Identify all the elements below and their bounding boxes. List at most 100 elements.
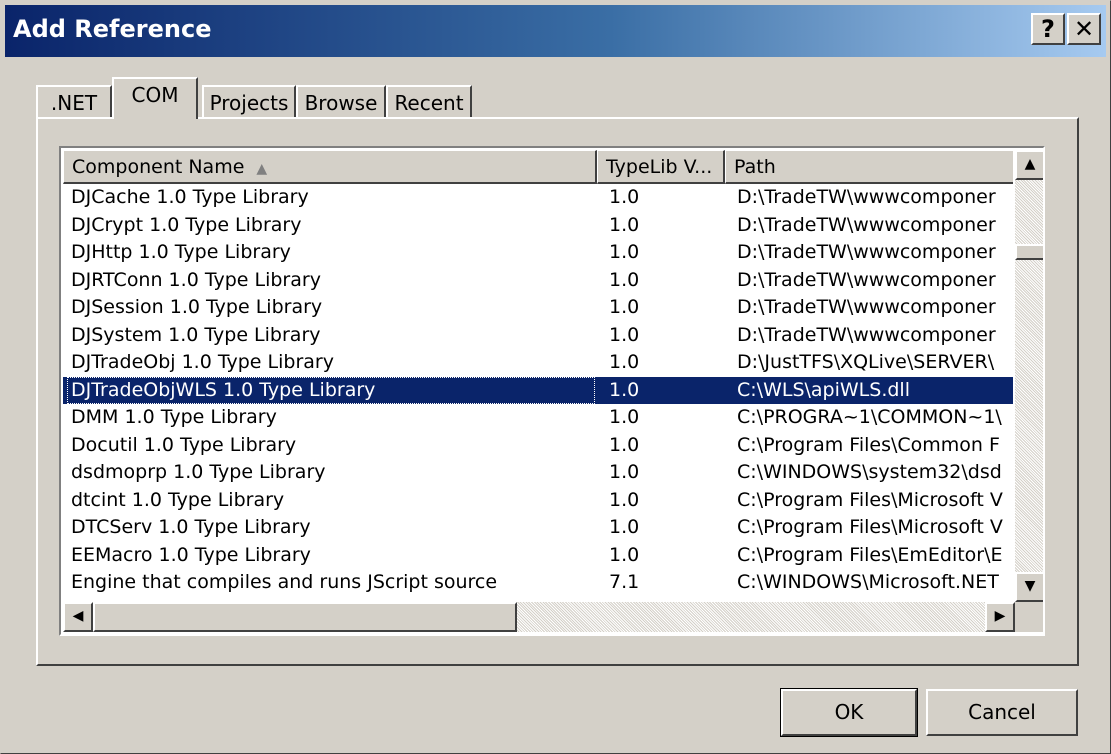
- path-cell: C:\PROGRA~1\COMMON~1\: [737, 406, 1002, 428]
- column-header-component-name[interactable]: Component Name ▲: [63, 150, 597, 184]
- path-cell: D:\TradeTW\wwwcomponer: [737, 213, 996, 236]
- horizontal-scrollbar[interactable]: ◀ ▶: [63, 602, 1015, 632]
- table-row[interactable]: DJRTConn 1.0 Type Library 1.0 D:\TradeTW…: [63, 267, 1013, 295]
- path-cell: C:\WINDOWS\system32\dsd: [737, 461, 1002, 483]
- ok-button[interactable]: OK: [780, 688, 918, 737]
- tab-projects[interactable]: Projects: [202, 85, 296, 119]
- arrow-up-icon: ▲: [1024, 156, 1036, 172]
- tab-recent[interactable]: Recent: [386, 85, 472, 119]
- component-name-cell: DJSystem 1.0 Type Library: [71, 323, 321, 346]
- arrow-right-icon: ▶: [994, 608, 1006, 624]
- column-header-label: Path: [734, 156, 776, 178]
- path-cell: C:\WINDOWS\Microsoft.NET: [737, 571, 999, 593]
- component-name-cell: DTCServ 1.0 Type Library: [71, 516, 311, 538]
- version-cell: 1.0: [609, 268, 640, 291]
- table-row[interactable]: DJHttp 1.0 Type Library 1.0 D:\TradeTW\w…: [63, 239, 1013, 267]
- version-cell: 1.0: [609, 516, 640, 538]
- table-row[interactable]: DMM 1.0 Type Library 1.0 C:\PROGRA~1\COM…: [63, 404, 1013, 432]
- vertical-scroll-thumb[interactable]: [1015, 244, 1043, 260]
- version-cell: 1.0: [609, 406, 640, 428]
- arrow-left-icon: ◀: [72, 608, 84, 624]
- table-row[interactable]: EEMacro 1.0 Type Library 1.0 C:\Program …: [63, 542, 1013, 570]
- version-cell: 1.0: [609, 488, 640, 511]
- help-button[interactable]: ?: [1031, 13, 1065, 45]
- tab-com[interactable]: COM: [112, 77, 198, 119]
- component-name-cell: DMM 1.0 Type Library: [71, 406, 277, 428]
- help-icon: ?: [1041, 15, 1055, 43]
- list-content: Component Name ▲ TypeLib V... Path DJCach…: [63, 150, 1013, 602]
- version-cell: 1.0: [609, 213, 640, 236]
- path-cell: C:\Program Files\Microsoft V: [737, 488, 1003, 511]
- version-cell: 1.0: [609, 296, 640, 318]
- version-cell: 7.1: [609, 571, 640, 593]
- add-reference-dialog: Add Reference ? ✕ .NET COM Projects Brow…: [0, 0, 1111, 754]
- component-name-cell: DJCache 1.0 Type Library: [71, 186, 309, 208]
- component-name-cell: DJHttp 1.0 Type Library: [71, 241, 291, 263]
- component-name-cell: DJRTConn 1.0 Type Library: [71, 268, 321, 291]
- path-cell: D:\TradeTW\wwwcomponer: [737, 268, 996, 291]
- table-row-selected[interactable]: DJTradeObjWLS 1.0 Type Library 1.0 C:\WL…: [63, 376, 1013, 404]
- path-cell: D:\TradeTW\wwwcomponer: [737, 241, 996, 263]
- scroll-right-button[interactable]: ▶: [985, 602, 1015, 632]
- path-cell: C:\Program Files\Common F: [737, 433, 1000, 456]
- table-row[interactable]: DJTradeObj 1.0 Type Library 1.0 D:\JustT…: [63, 349, 1013, 377]
- component-list[interactable]: Component Name ▲ TypeLib V... Path DJCach…: [59, 146, 1045, 636]
- scroll-up-button[interactable]: ▲: [1015, 150, 1043, 180]
- tab-label: Projects: [209, 91, 289, 115]
- component-name-cell: Docutil 1.0 Type Library: [71, 433, 297, 456]
- table-row[interactable]: dsdmoprp 1.0 Type Library 1.0 C:\WINDOWS…: [63, 459, 1013, 487]
- sort-ascending-icon: ▲: [256, 161, 268, 177]
- version-cell: 1.0: [609, 378, 640, 401]
- component-name-cell: DJCrypt 1.0 Type Library: [71, 213, 302, 236]
- tab-net[interactable]: .NET: [36, 85, 112, 119]
- table-row[interactable]: dtcint 1.0 Type Library 1.0 C:\Program F…: [63, 487, 1013, 515]
- column-header-label: TypeLib V...: [606, 156, 713, 178]
- title-bar[interactable]: Add Reference ? ✕: [5, 5, 1106, 57]
- version-cell: 1.0: [609, 433, 640, 456]
- close-button[interactable]: ✕: [1067, 13, 1101, 45]
- path-cell: D:\TradeTW\wwwcomponer: [737, 186, 996, 208]
- component-name-cell: dtcint 1.0 Type Library: [71, 488, 285, 511]
- table-row[interactable]: DJSystem 1.0 Type Library 1.0 D:\TradeTW…: [63, 322, 1013, 350]
- scroll-down-button[interactable]: ▼: [1015, 572, 1043, 602]
- arrow-down-icon: ▼: [1024, 578, 1036, 594]
- version-cell: 1.0: [609, 543, 640, 566]
- window-title: Add Reference: [13, 15, 212, 43]
- path-cell: D:\JustTFS\XQLive\SERVER\: [737, 351, 995, 373]
- component-name-cell: DJSession 1.0 Type Library: [71, 296, 323, 318]
- table-rows: DJCache 1.0 Type Library 1.0 D:\TradeTW\…: [63, 184, 1013, 597]
- component-name-cell: DJTradeObj 1.0 Type Library: [71, 351, 334, 373]
- version-cell: 1.0: [609, 186, 640, 208]
- table-row[interactable]: DJSession 1.0 Type Library 1.0 D:\TradeT…: [63, 294, 1013, 322]
- path-cell: C:\Program Files\EmEditor\E: [737, 543, 1003, 566]
- column-header-path[interactable]: Path: [725, 150, 1013, 184]
- version-cell: 1.0: [609, 351, 640, 373]
- component-name-cell: DJTradeObjWLS 1.0 Type Library: [67, 376, 595, 404]
- tab-label: .NET: [50, 91, 98, 115]
- table-row[interactable]: Engine that compiles and runs JScript so…: [63, 569, 1013, 597]
- table-row[interactable]: Docutil 1.0 Type Library 1.0 C:\Program …: [63, 432, 1013, 460]
- path-cell: C:\WLS\apiWLS.dll: [737, 378, 910, 401]
- component-name-cell: Engine that compiles and runs JScript so…: [71, 571, 498, 593]
- tab-label: Recent: [394, 91, 464, 115]
- component-name-cell: EEMacro 1.0 Type Library: [71, 543, 311, 566]
- horizontal-scroll-thumb[interactable]: [93, 602, 517, 632]
- vertical-scrollbar[interactable]: ▲ ▼: [1015, 150, 1043, 602]
- tab-browse[interactable]: Browse: [296, 85, 386, 119]
- path-cell: D:\TradeTW\wwwcomponer: [737, 323, 996, 346]
- scroll-left-button[interactable]: ◀: [63, 602, 93, 632]
- version-cell: 1.0: [609, 461, 640, 483]
- version-cell: 1.0: [609, 323, 640, 346]
- path-cell: D:\TradeTW\wwwcomponer: [737, 296, 996, 318]
- column-header-label: Component Name: [72, 156, 245, 178]
- table-row[interactable]: DTCServ 1.0 Type Library 1.0 C:\Program …: [63, 514, 1013, 542]
- path-cell: C:\Program Files\Microsoft V: [737, 516, 1003, 538]
- column-header-typelib-version[interactable]: TypeLib V...: [597, 150, 725, 184]
- tab-label: Browse: [304, 91, 378, 115]
- table-row[interactable]: DJCrypt 1.0 Type Library 1.0 D:\TradeTW\…: [63, 212, 1013, 240]
- close-icon: ✕: [1073, 15, 1095, 43]
- version-cell: 1.0: [609, 241, 640, 263]
- cancel-button[interactable]: Cancel: [926, 689, 1078, 736]
- table-row[interactable]: DJCache 1.0 Type Library 1.0 D:\TradeTW\…: [63, 184, 1013, 212]
- component-name-cell: dsdmoprp 1.0 Type Library: [71, 461, 326, 483]
